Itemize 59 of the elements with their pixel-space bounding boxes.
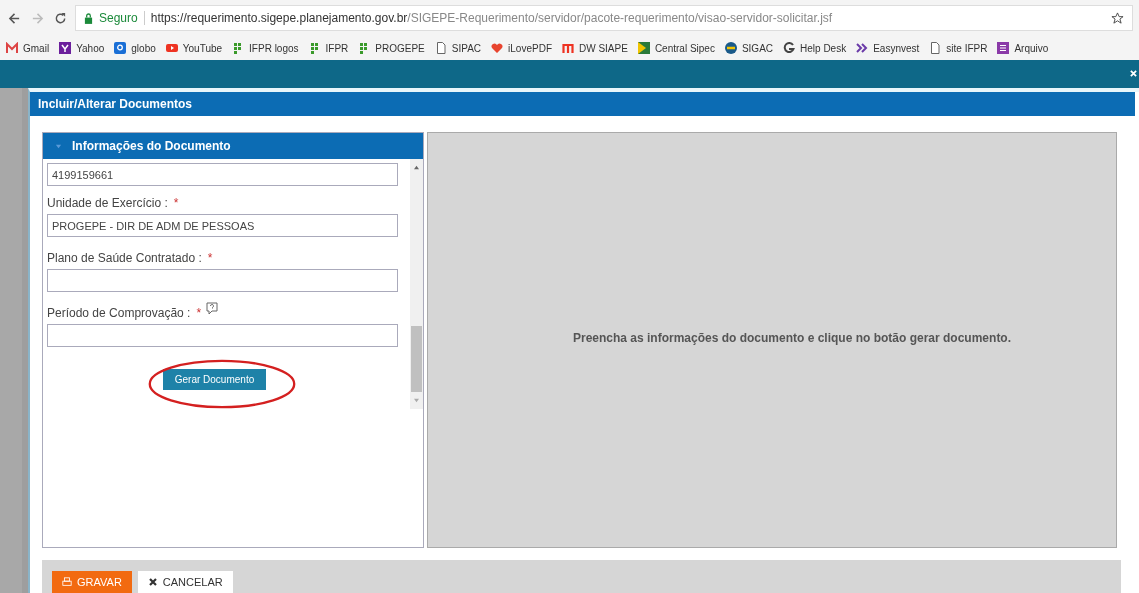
input-field[interactable] <box>47 269 398 292</box>
bookmark-item[interactable]: DW SIAPE <box>562 42 628 54</box>
section-header[interactable]: Informações do Documento <box>43 133 423 159</box>
preview-message: Preencha as informações do documento e clique no botão gerar documento. <box>571 331 1013 345</box>
page-icon <box>929 42 942 54</box>
bookmark-item[interactable]: IFPR logos <box>232 42 299 54</box>
printer-icon <box>62 577 72 587</box>
dialog-title: Incluir/Alterar Documentos <box>30 92 1135 116</box>
scroll-up-icon[interactable] <box>413 165 420 170</box>
bookmark-item[interactable]: iLovePDF <box>491 42 552 54</box>
bookmark-item[interactable]: SIPAC <box>434 42 482 54</box>
envelope-m-icon <box>6 42 18 54</box>
field-label: Período de Comprovação : <box>47 306 191 320</box>
square-logo-icon <box>114 42 127 54</box>
bookmark-item[interactable]: globo <box>114 42 156 54</box>
bookmark-item[interactable]: PROGEPE <box>358 42 425 54</box>
field-label: Unidade de Exercício : <box>47 196 168 210</box>
input-field[interactable]: PROGEPE - DIR DE ADM DE PESSOAS <box>47 214 398 237</box>
required-mark: * <box>196 306 202 320</box>
help-bubble-icon[interactable] <box>205 302 220 316</box>
bookmark-item[interactable]: IFPR <box>308 42 349 54</box>
security-label: Seguro <box>99 11 138 25</box>
bookmark-item[interactable]: YouTube <box>165 42 223 54</box>
list-icon <box>997 42 1010 54</box>
close-icon[interactable] <box>1130 70 1137 77</box>
y-logo-icon <box>59 42 72 54</box>
scroll-down-icon[interactable] <box>413 398 420 403</box>
bookmark-item[interactable]: Gmail <box>6 42 50 54</box>
page-icon <box>434 42 447 54</box>
close-icon <box>147 577 158 587</box>
m-logo-icon <box>562 42 574 54</box>
flag-icon <box>637 42 650 54</box>
field-label: Plano de Saúde Contratado : <box>47 251 202 265</box>
bookmark-item[interactable]: Help Desk <box>783 42 847 54</box>
lock-icon <box>84 12 93 24</box>
play-icon <box>165 42 178 54</box>
bookmark-item[interactable]: Central Sipec <box>637 42 715 54</box>
caret-icon <box>55 142 62 150</box>
input-field[interactable]: 4199159661 <box>47 163 398 186</box>
required-mark: * <box>173 196 179 210</box>
generate-document-button[interactable]: Gerar Documento <box>162 369 267 390</box>
bookmark-item[interactable]: site IFPR <box>929 42 988 54</box>
bookmark-item[interactable]: Arquivo <box>997 42 1049 54</box>
bookmark-item[interactable]: Yahoo <box>59 42 105 54</box>
required-mark: * <box>207 251 213 265</box>
cancel-button[interactable]: CANCELAR <box>137 571 233 593</box>
address-bar[interactable]: Seguro https://requerimento.sigepe.planejamento.gov.br/SIGEPE-Requerimento/servidor/pacote-requerimento/visao-servidor-solicitar.jsf <box>75 5 1133 31</box>
dots-grid-icon <box>308 42 321 54</box>
g-logo-icon <box>783 42 796 54</box>
chevrons-icon <box>856 42 869 54</box>
scroll-thumb[interactable] <box>411 326 422 392</box>
url-text: https://requerimento.sigepe.planejamento.gov.br/SIGEPE-Requerimento/servidor/pacote-requerimento/visao-servidor-solicitar.jsf <box>150 11 834 25</box>
scrollbar[interactable] <box>410 159 423 409</box>
bookmark-item[interactable]: SIGAC <box>724 42 774 54</box>
heart-icon <box>491 42 504 54</box>
star-icon[interactable] <box>1111 11 1124 25</box>
bookmark-item[interactable]: Easynvest <box>856 42 920 54</box>
input-field[interactable] <box>47 324 398 347</box>
circle-logo-icon <box>724 42 737 54</box>
